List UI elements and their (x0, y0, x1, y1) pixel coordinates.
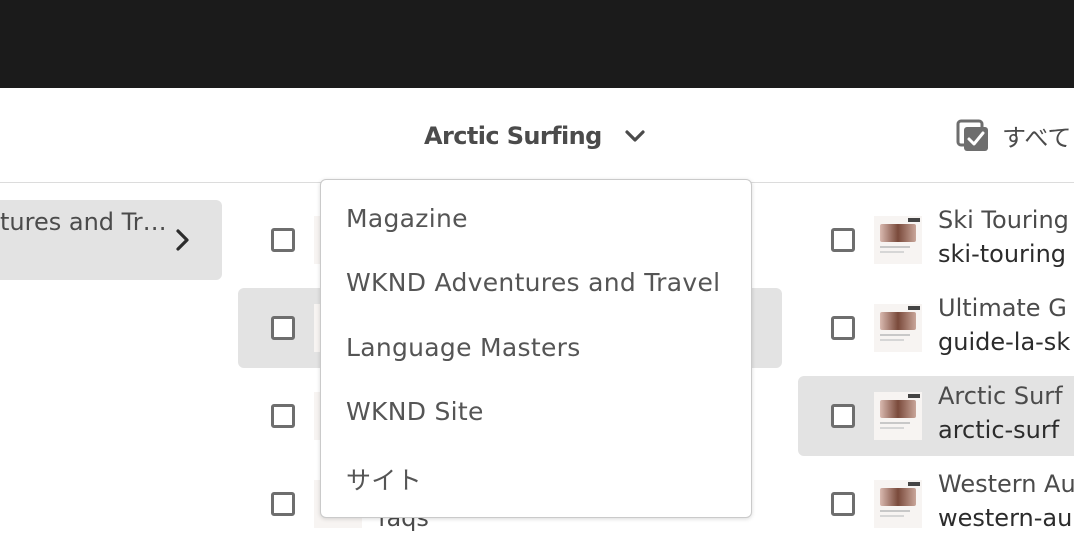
site-switcher-dropdown: Magazine WKND Adventures and Travel Lang… (320, 179, 752, 518)
top-bar (0, 0, 1074, 88)
chevron-right-icon (174, 228, 192, 252)
column2-row-checkbox[interactable] (271, 492, 295, 516)
select-all-button[interactable]: すべて (956, 118, 1071, 153)
column3-row-checkbox[interactable] (831, 316, 855, 340)
dropdown-option-wknd-site[interactable]: WKND Site (346, 397, 484, 426)
site-switcher-button[interactable]: Arctic Surfing (424, 118, 646, 154)
list-item-name: ski-touring (938, 240, 1067, 268)
column3-row-checkbox[interactable] (831, 228, 855, 252)
page-thumbnail-icon (874, 480, 922, 528)
list-item-title: Ski Touring (938, 206, 1069, 234)
page-thumbnail-icon (874, 216, 922, 264)
select-all-checkbox-icon (956, 119, 990, 153)
select-all-label: すべて (1002, 124, 1072, 152)
list-item-name: guide-la-sk (938, 328, 1071, 356)
dropdown-option-language-masters[interactable]: Language Masters (346, 333, 581, 362)
column2-row-checkbox[interactable] (271, 228, 295, 252)
page-thumbnail-icon (874, 392, 922, 440)
page-thumbnail-icon (874, 304, 922, 352)
dropdown-option-site-jp[interactable]: サイト (346, 461, 422, 497)
dropdown-option-wknd-adventures[interactable]: WKND Adventures and Travel (346, 268, 720, 297)
toolbar: Arctic Surfing すべて (0, 88, 1074, 183)
column1-selected-item[interactable]: tures and Tr… (0, 200, 222, 280)
page-title: Arctic Surfing (424, 122, 602, 150)
dropdown-option-magazine[interactable]: Magazine (346, 204, 468, 233)
column2-row-checkbox[interactable] (271, 404, 295, 428)
chevron-down-icon (624, 125, 646, 147)
column3-row-checkbox[interactable] (831, 492, 855, 516)
list-item-name: arctic-surf (938, 416, 1060, 444)
list-item-name: western-au (938, 504, 1073, 532)
list-item-title: Ultimate G (938, 294, 1067, 322)
column1-item-label: tures and Tr… (0, 208, 167, 236)
list-item-title: Western Au (938, 470, 1074, 498)
column3-row-checkbox[interactable] (831, 404, 855, 428)
list-item-title: Arctic Surf (938, 382, 1063, 410)
column2-row-checkbox[interactable] (271, 316, 295, 340)
